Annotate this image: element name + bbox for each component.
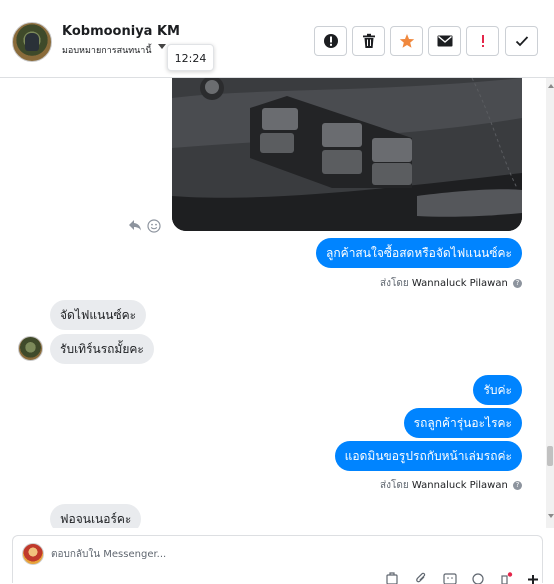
reply-input[interactable] <box>51 546 351 562</box>
sent-by-label: ส่งโดย Wannaluck Pilawan ? <box>380 478 522 493</box>
question-icon[interactable]: ? <box>513 480 522 490</box>
scroll-down-arrow[interactable] <box>548 514 554 518</box>
incoming-message[interactable]: ฟอจนเนอร์คะ <box>50 504 142 528</box>
plus-icon[interactable] <box>526 572 540 584</box>
mark-unread-button[interactable] <box>428 26 461 56</box>
message-thread: ลูกค้าสนใจซื้อสดหรือจัดไฟแนนซ์คะ ส่งโดย … <box>0 78 554 528</box>
assign-conversation-link[interactable]: มอบหมายการสนทนานี้ <box>62 43 152 57</box>
sent-by-prefix: ส่งโดย <box>380 480 409 491</box>
saved-reply-icon[interactable] <box>385 572 399 584</box>
car-door-photo <box>172 78 522 231</box>
scrollbar-thumb[interactable] <box>547 446 553 466</box>
page-avatar <box>22 543 44 565</box>
reply-icon[interactable] <box>128 219 142 231</box>
star-icon <box>399 34 414 48</box>
spam-button[interactable] <box>314 26 347 56</box>
time-tooltip: 12:24 <box>167 44 214 71</box>
follow-up-button[interactable] <box>466 26 499 56</box>
attachment-icon[interactable] <box>415 572 427 584</box>
sender-name: Wannaluck Pilawan <box>411 278 508 289</box>
exclamation-circle-icon <box>323 34 338 48</box>
emoji-reaction-icon[interactable] <box>147 219 161 233</box>
conversation-header: Kobmooniya KM มอบหมายการสนทนานี้ <box>0 0 554 78</box>
sent-by-prefix: ส่งโดย <box>380 278 409 289</box>
scroll-up-arrow[interactable] <box>548 84 554 88</box>
outgoing-message[interactable]: รับค่ะ <box>473 375 522 405</box>
checkmark-icon <box>515 36 528 47</box>
chevron-down-icon[interactable] <box>158 44 166 49</box>
contact-name[interactable]: Kobmooniya KM <box>62 24 180 39</box>
exclamation-icon <box>481 35 484 47</box>
incoming-message[interactable]: จัดไฟแนนซ์คะ <box>50 300 147 330</box>
incoming-message[interactable]: รับเทิร์นรถมั้ยคะ <box>50 334 154 364</box>
trash-icon <box>362 33 375 48</box>
envelope-icon <box>437 35 452 47</box>
contact-avatar-small <box>18 336 43 361</box>
question-icon[interactable]: ? <box>513 278 522 288</box>
outgoing-message[interactable]: แอดมินขอรูปรถกับหน้าเล่มรถค่ะ <box>334 441 522 471</box>
reply-composer <box>12 535 543 584</box>
sent-by-label: ส่งโดย Wannaluck Pilawan ? <box>380 276 522 291</box>
sender-name: Wannaluck Pilawan <box>411 480 508 491</box>
contact-avatar[interactable] <box>12 22 52 62</box>
outgoing-message[interactable]: ลูกค้าสนใจซื้อสดหรือจัดไฟแนนซ์คะ <box>316 238 522 268</box>
payment-icon[interactable] <box>499 572 513 584</box>
gif-icon[interactable] <box>443 572 457 584</box>
outgoing-message[interactable]: รถลูกค้ารุ่นอะไรคะ <box>403 408 522 438</box>
star-button[interactable] <box>390 26 423 56</box>
delete-button[interactable] <box>352 26 385 56</box>
emoji-icon[interactable] <box>472 572 484 584</box>
image-attachment[interactable] <box>172 78 522 231</box>
mark-done-button[interactable] <box>505 26 538 56</box>
